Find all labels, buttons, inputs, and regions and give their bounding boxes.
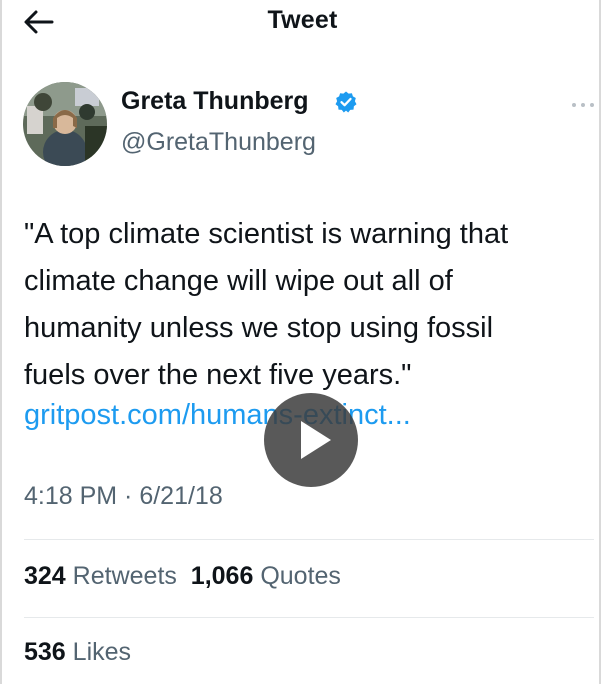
likes-count: 536 — [24, 638, 66, 666]
tweet-screen: Tweet Greta Thunberg @GretaThunberg "A t… — [0, 0, 601, 684]
tweet-text-line: humanity unless we stop using fossil — [24, 312, 494, 344]
divider — [24, 617, 594, 618]
likes-stat[interactable]: 536 Likes — [24, 638, 131, 666]
retweets-label: Retweets — [72, 562, 177, 590]
retweets-stat[interactable]: 324 Retweets — [24, 562, 177, 590]
likes-label: Likes — [72, 638, 132, 666]
top-bar: Tweet — [2, 0, 601, 44]
more-dots-icon[interactable] — [570, 98, 596, 112]
page-title: Tweet — [267, 6, 338, 34]
stats-row: 324 Retweets 1,066 Quotes — [24, 562, 341, 591]
tweet-timestamp[interactable]: 4:18 PM · 6/21/18 — [24, 482, 223, 511]
quotes-count: 1,066 — [190, 562, 254, 590]
play-icon — [301, 421, 331, 459]
quotes-label: Quotes — [260, 562, 341, 590]
quotes-stat[interactable]: 1,066 Quotes — [191, 562, 341, 590]
video-play-button[interactable] — [264, 393, 358, 487]
tweet-text-line: climate change will wipe out all of — [24, 265, 453, 297]
likes-row: 536 Likes — [24, 638, 131, 667]
avatar[interactable] — [23, 82, 107, 166]
verified-badge-icon — [335, 91, 357, 113]
divider — [24, 539, 594, 540]
display-name[interactable]: Greta Thunberg — [121, 87, 309, 116]
tweet-text: "A top climate scientist is warning that… — [24, 211, 584, 399]
tweet-text-line: "A top climate scientist is warning that — [24, 218, 509, 250]
retweets-count: 324 — [24, 562, 66, 590]
user-handle[interactable]: @GretaThunberg — [121, 128, 316, 157]
